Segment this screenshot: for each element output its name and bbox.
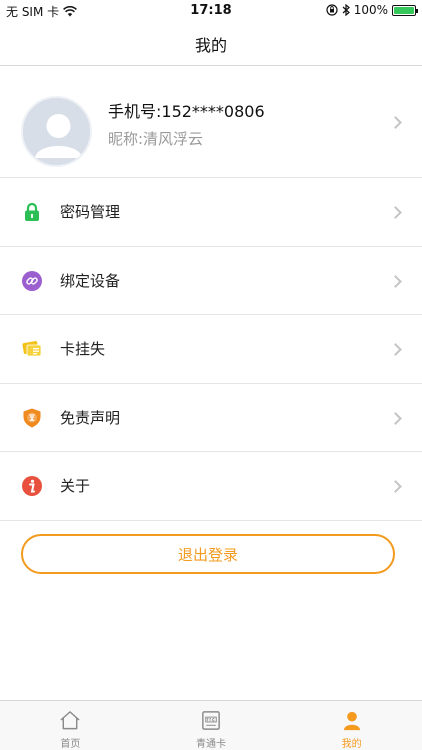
phone-number: 手机号:152****0806 (108, 102, 265, 121)
page-title: 我的 (194, 35, 227, 55)
tab-label: 首页 (60, 739, 81, 750)
tab-label: 青通卡 (196, 739, 226, 750)
lock-icon (25, 202, 39, 221)
logout-label: 退出登录 (177, 545, 238, 564)
chevron-right-icon (389, 411, 402, 425)
menu-item-about[interactable]: 关于 (0, 452, 422, 521)
tab-home[interactable]: 首页 (0, 701, 141, 750)
chevron-right-icon (389, 116, 402, 129)
chevron-right-icon (389, 343, 402, 356)
chevron-right-icon (389, 274, 402, 288)
bluetooth-icon (342, 4, 350, 16)
menu-item-label: 密码管理 (60, 203, 121, 221)
chevron-right-icon (389, 206, 402, 219)
link-icon (22, 270, 42, 291)
etc-card-icon (202, 711, 220, 730)
menu-item-label: 卡挂失 (60, 340, 106, 358)
home-icon (60, 711, 80, 730)
tab-bar: 首页 青通卡 我的 (0, 700, 422, 750)
orientation-lock-icon (326, 4, 338, 16)
menu-item-password[interactable]: 密码管理 (0, 178, 422, 247)
status-right: 100% (326, 3, 418, 17)
battery-icon (392, 4, 418, 16)
menu-item-label: 关于 (60, 477, 91, 495)
tab-mine[interactable]: 我的 (281, 701, 422, 750)
tab-etc-card[interactable]: 青通卡 (141, 701, 282, 750)
battery-percent: 100% (353, 3, 388, 17)
person-icon (343, 711, 360, 731)
menu-item-bind-device[interactable]: 绑定设备 (0, 247, 422, 315)
menu-item-card-loss[interactable]: 卡挂失 (0, 315, 422, 384)
profile-row[interactable]: 手机号:152****0806 昵称:清风浮云 (0, 66, 422, 178)
settings-menu: 密码管理 绑定设备 卡挂失 免责声明 关于 (0, 178, 422, 521)
status-bar: 无 SIM 卡 17:18 100% (0, 0, 422, 22)
tab-label: 我的 (341, 739, 362, 750)
chevron-right-icon (389, 480, 402, 493)
nav-bar: 我的 (0, 22, 422, 66)
card-loss-icon (22, 341, 42, 357)
info-icon (22, 476, 42, 496)
disclaimer-shield-icon (23, 408, 41, 427)
avatar[interactable] (21, 96, 92, 167)
avatar-placeholder-icon (35, 114, 82, 158)
menu-item-disclaimer[interactable]: 免责声明 (0, 384, 422, 452)
menu-item-label: 绑定设备 (60, 271, 121, 290)
logout-button[interactable]: 退出登录 (21, 534, 395, 574)
nickname: 昵称:清风浮云 (108, 130, 204, 148)
menu-item-label: 免责声明 (60, 408, 121, 427)
